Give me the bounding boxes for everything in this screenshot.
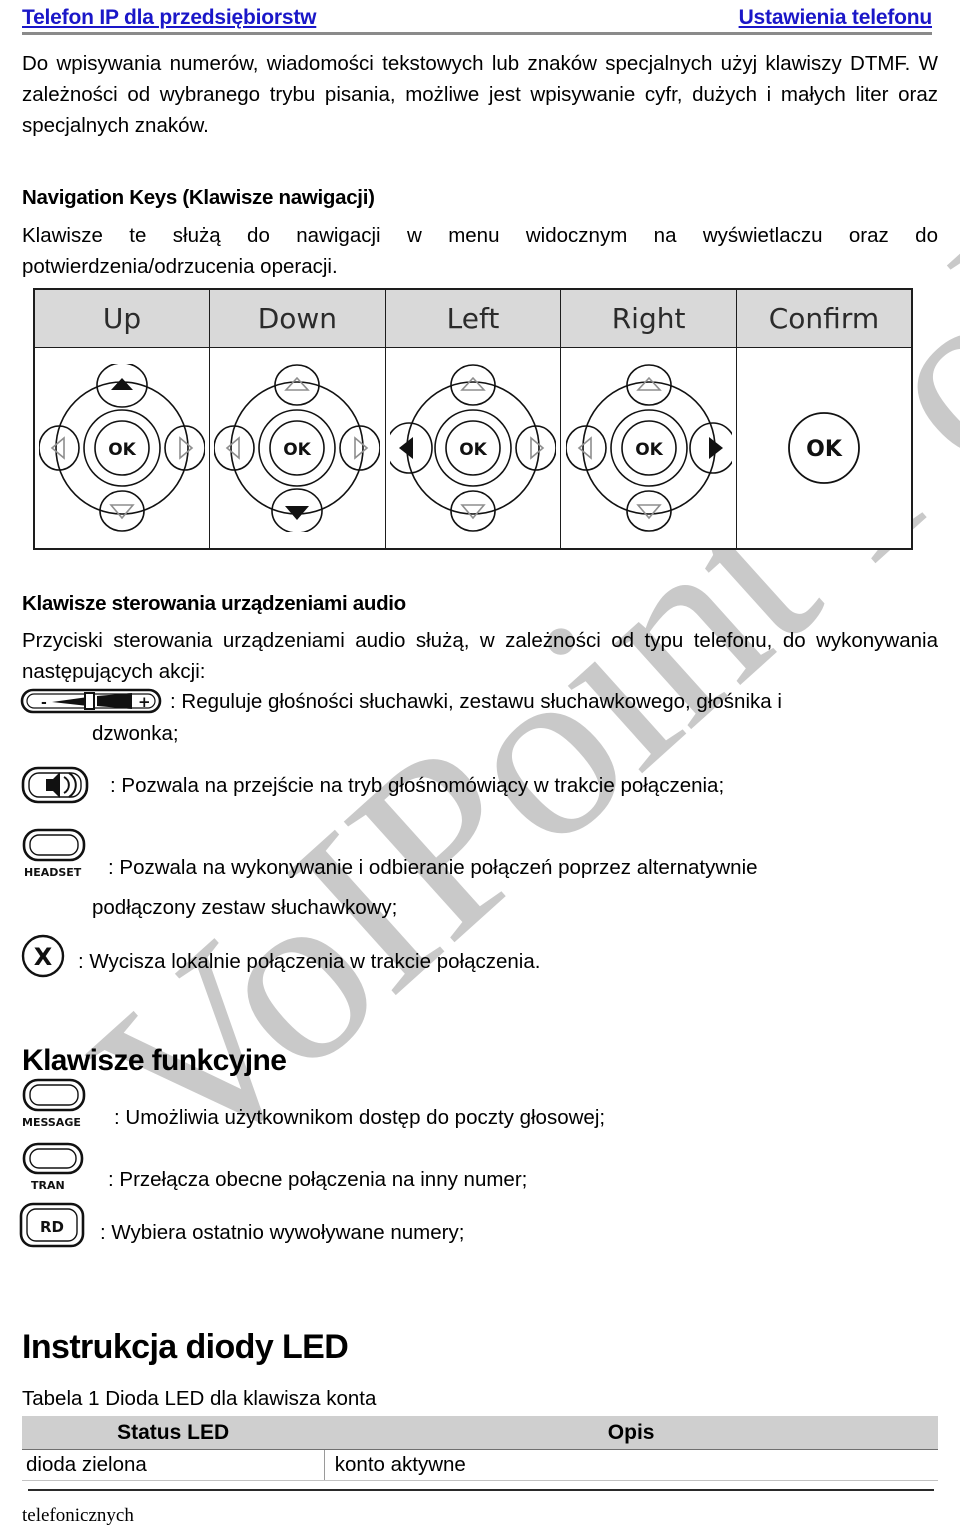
- audio-item-speaker: : Pozwala na przejście na tryb głośnomów…: [20, 764, 936, 811]
- svg-text:HEADSET: HEADSET: [24, 866, 82, 879]
- svg-text:OK: OK: [635, 440, 663, 460]
- navpad-up-diagram: OK: [39, 364, 206, 532]
- led-col-description: Opis: [324, 1416, 938, 1450]
- headset-key-icon: HEADSET: [20, 828, 100, 885]
- navkey-header-up: Up: [33, 288, 211, 348]
- svg-text:TRAN: TRAN: [31, 1179, 65, 1192]
- intro-paragraph: Do wpisywania numerów, wiadomości teksto…: [22, 52, 938, 137]
- footer-divider: [28, 1489, 934, 1491]
- led-col-status: Status LED: [22, 1416, 325, 1450]
- navpad-confirm-diagram: OK: [788, 412, 860, 484]
- svg-text:-: -: [41, 695, 47, 711]
- led-table-header-row: Status LED Opis: [22, 1416, 938, 1450]
- function-keys-heading: Klawisze funkcyjne: [22, 1044, 287, 1077]
- transfer-key-icon: TRAN: [20, 1142, 92, 1199]
- function-item-transfer: TRAN : Przełącza obecne połączenia na in…: [20, 1142, 936, 1199]
- navigation-keys-table: Up Down Left Right Confirm OK OK OK OK O…: [33, 288, 913, 550]
- svg-text:+: +: [138, 693, 151, 711]
- redial-key-icon: RD: [18, 1200, 90, 1257]
- audio-item-headset-desc: : Pozwala na wykonywanie i odbieranie po…: [108, 856, 758, 879]
- navkey-header-down: Down: [209, 288, 386, 348]
- led-cell-status: dioda zielona: [22, 1449, 325, 1481]
- svg-text:X: X: [34, 943, 53, 971]
- navkey-header-left: Left: [384, 288, 562, 348]
- audio-item-speaker-desc: : Pozwala na przejście na tryb głośnomów…: [110, 774, 725, 797]
- navpad-left-diagram: OK: [389, 364, 556, 532]
- svg-text:OK: OK: [806, 437, 843, 462]
- footer-text: telefonicznych: [22, 1505, 134, 1526]
- navkey-cell-right: OK: [560, 347, 737, 550]
- svg-text:RD: RD: [40, 1218, 64, 1236]
- navkey-cell-down: OK: [209, 347, 386, 550]
- navigation-keys-paragraph: Klawisze te służą do nawigacji w menu wi…: [22, 224, 938, 278]
- navigation-keys-table-header-row: Up Down Left Right Confirm: [33, 288, 913, 348]
- function-item-transfer-desc: : Przełącza obecne połączenia na inny nu…: [108, 1168, 528, 1191]
- function-item-redial: RD : Wybiera ostatnio wywoływane numery;: [18, 1200, 934, 1257]
- volume-rocker-icon: - +: [20, 686, 162, 721]
- speaker-key-icon: [20, 764, 92, 811]
- navkey-header-right: Right: [560, 288, 737, 348]
- led-status-table: Status LED Opis dioda zielona konto akty…: [22, 1416, 938, 1481]
- function-item-message-desc: : Umożliwia użytkownikom dostęp do poczt…: [114, 1106, 606, 1129]
- audio-item-volume: - + : Reguluje głośności słuchawki, zest…: [20, 686, 936, 721]
- mute-key-icon: X: [18, 932, 68, 987]
- navkey-cell-up: OK: [33, 347, 211, 550]
- message-key-icon: MESSAGE: [20, 1078, 106, 1135]
- audio-keys-heading: Klawisze sterowania urządzeniami audio: [22, 592, 406, 615]
- function-item-redial-desc: : Wybiera ostatnio wywoływane numery;: [100, 1221, 465, 1244]
- navigation-keys-heading: Navigation Keys (Klawisze nawigacji): [22, 186, 375, 209]
- svg-text:MESSAGE: MESSAGE: [22, 1116, 81, 1129]
- audio-item-mute: X : Wycisza lokalnie połączenia w trakci…: [18, 932, 934, 987]
- led-cell-description: konto aktywne: [323, 1449, 938, 1481]
- audio-item-volume-desc-cont: dzwonka;: [92, 722, 179, 745]
- audio-item-headset-desc-cont: podłączony zestaw słuchawkowy;: [92, 896, 398, 919]
- svg-text:OK: OK: [459, 440, 487, 460]
- audio-item-mute-desc: : Wycisza lokalnie połączenia w trakcie …: [78, 950, 541, 973]
- navpad-down-diagram: OK: [214, 364, 381, 532]
- header-left-title: Telefon IP dla przedsiębiorstw: [22, 6, 317, 29]
- svg-text:OK: OK: [284, 440, 312, 460]
- audio-item-headset: HEADSET : Pozwala na wykonywanie i odbie…: [20, 828, 936, 885]
- audio-keys-paragraph: Przyciski sterowania urządzeniami audio …: [22, 629, 938, 683]
- table-row: dioda zielona konto aktywne: [22, 1449, 938, 1481]
- navpad-right-diagram: OK: [565, 364, 732, 532]
- function-item-message: MESSAGE : Umożliwia użytkownikom dostęp …: [20, 1078, 936, 1135]
- led-heading: Instrukcja diody LED: [22, 1328, 349, 1366]
- navkey-header-confirm: Confirm: [735, 288, 913, 348]
- svg-text:OK: OK: [108, 440, 136, 460]
- audio-item-volume-desc: : Reguluje głośności słuchawki, zestawu …: [170, 690, 782, 713]
- navigation-keys-table-body-row: OK OK OK OK OK: [33, 347, 913, 550]
- navkey-cell-confirm: OK: [735, 347, 913, 550]
- led-caption: Tabela 1 Dioda LED dla klawisza konta: [22, 1387, 377, 1410]
- navkey-cell-left: OK: [384, 347, 562, 550]
- header-right-title: Ustawienia telefonu: [738, 6, 933, 29]
- document-header: Telefon IP dla przedsiębiorstw Ustawieni…: [22, 6, 932, 35]
